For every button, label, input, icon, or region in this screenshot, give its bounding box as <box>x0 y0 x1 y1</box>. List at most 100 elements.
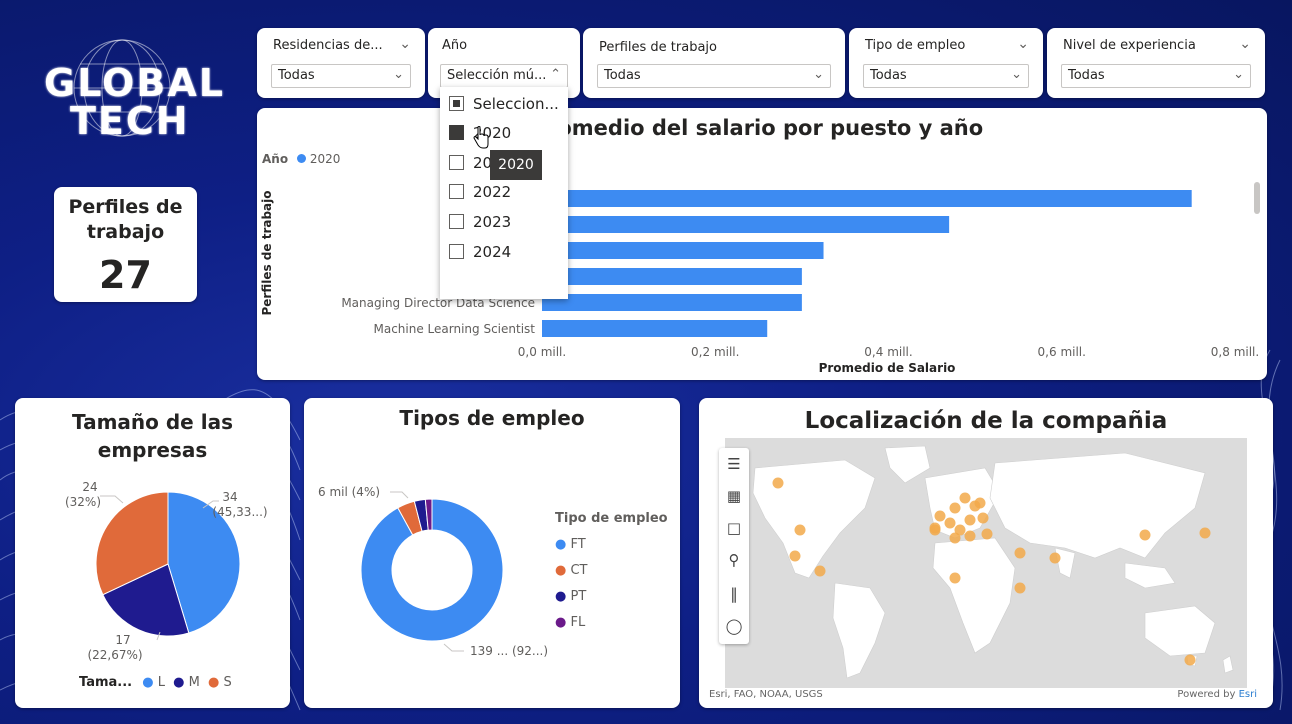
bar[interactable] <box>542 216 950 233</box>
legend-item-CT[interactable]: ● CT <box>555 558 588 584</box>
slicer-title: Nivel de experiencia <box>1063 38 1196 53</box>
checkbox[interactable] <box>449 244 464 259</box>
company-location-card: Localización de la compañia ☰ ▦ □ ⚲ ‖ ◯ … <box>699 398 1273 708</box>
chevron-down-icon: ⌄ <box>393 67 404 82</box>
bars-icon[interactable]: ‖ <box>724 584 744 604</box>
chevron-down-icon[interactable]: ⌄ <box>399 36 411 52</box>
legend-item-M[interactable]: ● M <box>173 675 200 690</box>
checkbox[interactable] <box>449 184 464 199</box>
pie-legend-title: Tama... <box>79 675 133 690</box>
slicer-dropdown[interactable]: Todas ⌄ <box>597 64 831 88</box>
checkbox[interactable] <box>449 125 464 140</box>
logo-line2: TECH <box>70 99 190 143</box>
land-indonesia <box>1124 562 1176 589</box>
legend-label: L <box>157 675 165 690</box>
legend-item-PT[interactable]: ● PT <box>555 584 588 610</box>
chevron-up-icon: ⌃ <box>550 67 561 82</box>
location-dot[interactable] <box>1014 547 1026 559</box>
location-dot[interactable] <box>794 524 806 536</box>
slicer-perfiles[interactable]: Perfiles de trabajo Todas ⌄ <box>583 28 845 98</box>
slicer-title: Tipo de empleo <box>865 38 966 53</box>
legend-label: S <box>223 675 232 690</box>
bar[interactable] <box>542 268 802 285</box>
location-dot[interactable] <box>1199 527 1211 539</box>
location-dot[interactable] <box>1139 529 1151 541</box>
slicer-title: Perfiles de trabajo <box>599 40 717 55</box>
location-dot[interactable] <box>772 477 784 489</box>
slicer-title: Residencias de... <box>273 38 383 53</box>
x-tick-label: 0,8 mill. <box>1211 345 1259 359</box>
location-dot[interactable] <box>974 497 986 509</box>
donut-label-small: 6 mil (4%) <box>318 485 380 499</box>
location-dot[interactable] <box>959 492 971 504</box>
location-dot[interactable] <box>1049 552 1061 564</box>
world-map <box>752 445 1234 679</box>
dd-option-2023[interactable]: 2023 <box>449 211 567 233</box>
legend-item-FL[interactable]: ● FL <box>555 610 588 636</box>
dd-option-label: 2023 <box>473 213 512 231</box>
pie-label-S: 24 (32%) <box>65 480 101 509</box>
year-dropdown-list[interactable]: Seleccion... 2020 20 2022 2023 2024 <box>440 87 568 299</box>
bar[interactable] <box>542 320 768 337</box>
powered-by-label: Powered by <box>1177 689 1236 700</box>
location-dot[interactable] <box>981 528 993 540</box>
slicer-residencias[interactable]: Residencias de... ⌄ Todas ⌄ <box>257 28 425 98</box>
map[interactable] <box>725 438 1247 688</box>
location-dot[interactable] <box>814 565 826 577</box>
location-dot[interactable] <box>934 510 946 522</box>
legend-label: CT <box>570 563 588 578</box>
location-dot[interactable] <box>977 512 989 524</box>
bar-chart-plot: Perfiles de trabajo Promedio de Salario … <box>260 182 1260 375</box>
category-label: Machine Learning Scientist <box>374 322 536 336</box>
slicer-dropdown[interactable]: Todas ⌄ <box>863 64 1029 88</box>
location-dot[interactable] <box>1014 582 1026 594</box>
location-dot[interactable] <box>949 532 961 544</box>
location-dot[interactable] <box>964 530 976 542</box>
slicer-nivel-experiencia[interactable]: Nivel de experiencia ⌄ Todas ⌄ <box>1047 28 1265 98</box>
scrollbar-thumb[interactable] <box>1254 182 1260 214</box>
location-dot[interactable] <box>949 572 961 584</box>
pie-chart: 24 (32%) 34 (45,33...) 17 (22,67%) <box>65 480 268 662</box>
bar[interactable] <box>542 242 824 259</box>
slicer-value: Todas <box>278 68 315 83</box>
salary-bar-chart-card: romedio del salario por puesto y año Año… <box>257 108 1267 380</box>
slicer-tipo-empleo[interactable]: Tipo de empleo ⌄ Todas ⌄ <box>849 28 1043 98</box>
slicer-dropdown[interactable]: Todas ⌄ <box>271 64 411 88</box>
checkbox[interactable] <box>449 96 464 111</box>
location-dot[interactable] <box>929 522 941 534</box>
legend-item-FT[interactable]: ● FT <box>555 532 588 558</box>
chevron-down-icon[interactable]: ⌄ <box>1017 36 1029 52</box>
location-dot[interactable] <box>964 514 976 526</box>
checkbox[interactable] <box>449 214 464 229</box>
person-icon[interactable]: ◯ <box>724 616 744 636</box>
legend-item-L[interactable]: ● L <box>142 675 165 690</box>
checkbox[interactable] <box>449 155 464 170</box>
location-dot[interactable] <box>949 502 961 514</box>
dd-option-2022[interactable]: 2022 <box>449 181 567 203</box>
dd-option-2020[interactable]: 2020 <box>449 122 567 144</box>
layers-icon[interactable]: ☰ <box>724 454 744 474</box>
pie-label-M: 17 (22,67%) <box>87 633 142 662</box>
map-attribution: Esri, FAO, NOAA, USGS <box>709 689 823 700</box>
slicer-dropdown[interactable]: Selección mú... ⌃ <box>440 64 568 88</box>
x-tick-label: 0,2 mill. <box>691 345 739 359</box>
search-icon[interactable]: ⚲ <box>724 550 744 570</box>
company-size-card: Tamaño de las empresas 24 (32%) 34 (45,33.… <box>15 398 290 708</box>
esri-link[interactable]: Esri <box>1239 689 1257 700</box>
x-tick-label: 0,6 mill. <box>1038 345 1086 359</box>
land-new-zealand <box>1222 655 1234 674</box>
land-south-america <box>832 582 886 679</box>
qr-select-icon[interactable]: ▦ <box>724 486 744 506</box>
chevron-down-icon[interactable]: ⌄ <box>1239 36 1251 52</box>
dd-option-select-all[interactable]: Seleccion... <box>449 93 567 115</box>
bar[interactable] <box>542 294 802 311</box>
location-dot[interactable] <box>1184 654 1196 666</box>
land-north-america <box>752 459 876 579</box>
rect-select-icon[interactable]: □ <box>724 518 744 538</box>
location-dot[interactable] <box>944 517 956 529</box>
slicer-dropdown[interactable]: Todas ⌄ <box>1061 64 1251 88</box>
location-dot[interactable] <box>789 550 801 562</box>
dd-option-2024[interactable]: 2024 <box>449 241 567 263</box>
bar[interactable] <box>542 190 1192 207</box>
legend-item-S[interactable]: ● S <box>208 675 232 690</box>
